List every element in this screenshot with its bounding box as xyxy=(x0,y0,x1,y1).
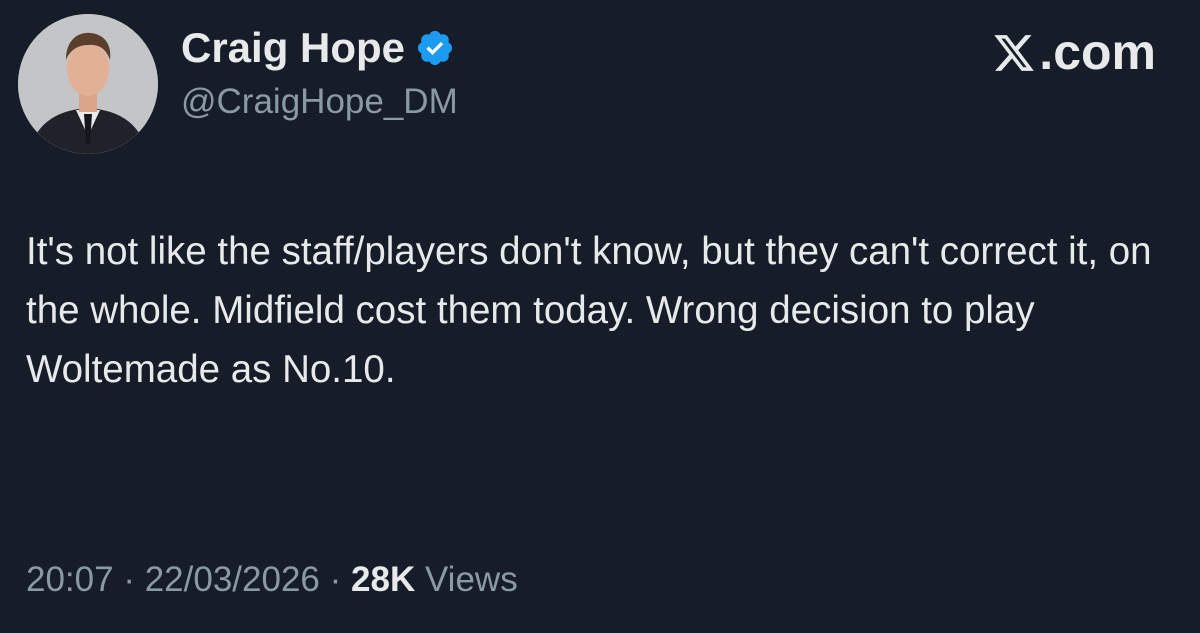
author-display-name[interactable]: Craig Hope xyxy=(181,22,455,74)
author-handle[interactable]: @CraigHope_DM xyxy=(181,80,458,124)
tweet-card: Craig Hope @CraigHope_DM .com It's not l… xyxy=(0,0,1200,633)
meta-separator: · xyxy=(123,560,135,599)
display-name-text: Craig Hope xyxy=(181,24,406,71)
avatar[interactable] xyxy=(18,14,158,154)
tweet-text: It's not like the staff/players don't kn… xyxy=(26,230,1152,391)
brand-logo: .com xyxy=(991,24,1156,80)
tweet-date[interactable]: 22/03/2026 xyxy=(145,560,320,599)
brand-domain-text: .com xyxy=(1039,24,1156,80)
views-count[interactable]: 28K xyxy=(351,560,415,599)
avatar-image xyxy=(18,14,158,154)
x-logo-icon xyxy=(991,30,1037,74)
views-label: Views xyxy=(424,560,518,599)
tweet-meta: 20:07 · 22/03/2026 · 28K Views xyxy=(26,558,518,602)
tweet-time[interactable]: 20:07 xyxy=(26,560,114,599)
verified-badge-icon xyxy=(415,28,455,68)
meta-separator: · xyxy=(329,560,342,599)
